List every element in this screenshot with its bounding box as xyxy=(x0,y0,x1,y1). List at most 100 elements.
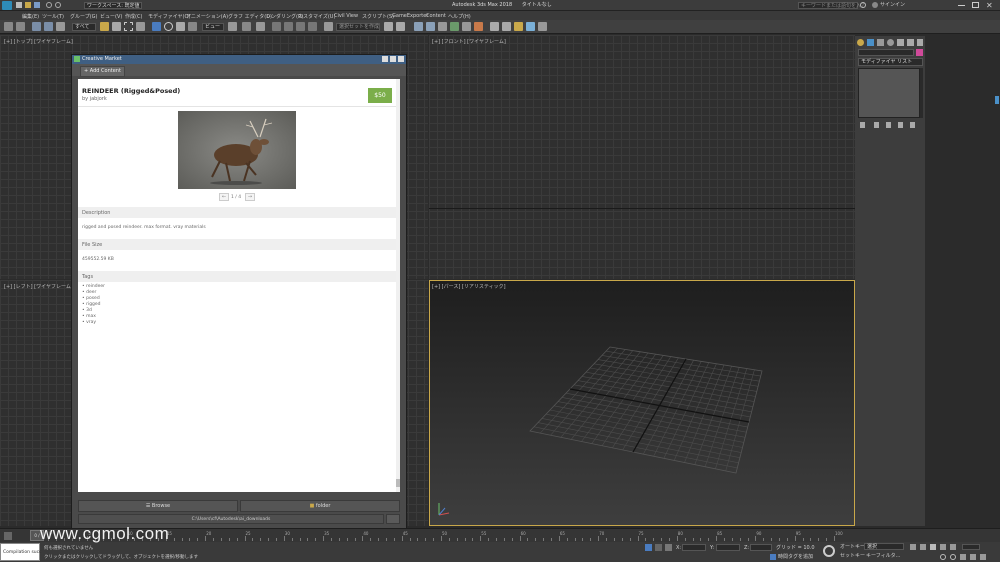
price-button[interactable]: $50 xyxy=(368,88,392,103)
display-tab-icon[interactable] xyxy=(897,39,904,46)
time-tag-icon[interactable] xyxy=(770,554,776,560)
key-filters-button[interactable]: キーフィルタ... xyxy=(866,554,900,559)
menu-item-4[interactable]: 作成(C) xyxy=(125,13,142,20)
minimize-icon[interactable] xyxy=(958,5,965,6)
maxscript-listener[interactable]: Compilation succ xyxy=(0,543,42,561)
go-to-end-icon[interactable] xyxy=(950,544,956,550)
select-move-icon[interactable] xyxy=(152,22,161,31)
spinner-snap-icon[interactable] xyxy=(308,22,317,31)
undo-tool-icon[interactable] xyxy=(4,22,13,31)
select-object-icon[interactable] xyxy=(100,22,109,31)
modify-tab-icon[interactable] xyxy=(867,39,874,46)
add-content-button[interactable]: + Add Content xyxy=(80,66,125,77)
menu-item-14[interactable]: ヘルプ(H) xyxy=(448,13,471,20)
unlink-icon[interactable] xyxy=(44,22,53,31)
dialog-minimize-icon[interactable] xyxy=(382,56,388,62)
play-icon[interactable] xyxy=(930,544,936,550)
a360-gallery-icon[interactable] xyxy=(538,22,547,31)
viewport-left-label[interactable]: [+] [レフト] [ワイヤフレーム] xyxy=(4,283,73,290)
select-by-name-icon[interactable] xyxy=(112,22,121,31)
user-icon[interactable] xyxy=(872,2,878,8)
y-coordinate-field[interactable] xyxy=(716,544,740,551)
selection-lock-icon[interactable] xyxy=(655,544,662,551)
pin-icon[interactable] xyxy=(917,39,923,46)
maximize-icon[interactable] xyxy=(972,2,979,8)
select-scale-icon[interactable] xyxy=(176,22,185,31)
keyboard-shortcut-icon[interactable] xyxy=(256,22,265,31)
select-rotate-icon[interactable] xyxy=(164,22,173,31)
object-color-swatch[interactable] xyxy=(916,49,923,56)
menu-item-11[interactable]: スクリプト(S) xyxy=(362,13,394,20)
prev-image-button[interactable]: ← xyxy=(219,193,229,201)
viewport-perspective[interactable]: [+] [パース] [リアリスティック] xyxy=(429,280,855,526)
dialog-close-icon[interactable] xyxy=(398,56,404,62)
reference-coord-dropdown[interactable]: ビュー xyxy=(202,23,224,31)
menu-item-9[interactable]: カスタマイズ(U) xyxy=(298,13,335,20)
open-icon[interactable] xyxy=(25,2,31,8)
render-setup-icon[interactable] xyxy=(490,22,499,31)
motion-tab-icon[interactable] xyxy=(887,39,894,46)
isolate-selection-icon[interactable] xyxy=(645,544,652,551)
schematic-view-icon[interactable] xyxy=(462,22,471,31)
modifier-list-dropdown[interactable]: モディファイヤ リスト xyxy=(858,58,923,66)
timeslider-toggle-icon[interactable] xyxy=(4,532,12,540)
menu-item-12[interactable]: GameExporter xyxy=(392,13,428,19)
search-input[interactable]: キーワードまたは語句を入力 xyxy=(798,2,866,9)
auto-key-button[interactable]: オートキー xyxy=(840,545,865,550)
new-icon[interactable] xyxy=(16,2,22,8)
scene-explorer-icon[interactable] xyxy=(414,22,423,31)
modifier-stack[interactable] xyxy=(858,68,920,118)
workspace-dropdown[interactable]: ワークスペース: 既定値 xyxy=(84,2,142,9)
page-scrollbar-thumb[interactable] xyxy=(396,479,400,487)
key-selection-dropdown[interactable]: 選択 xyxy=(864,543,904,550)
field-of-view-icon[interactable] xyxy=(970,554,976,560)
tag-item[interactable]: • vray xyxy=(82,320,96,325)
mirror-icon[interactable] xyxy=(384,22,393,31)
viewcube-icon[interactable] xyxy=(995,96,999,104)
absolute-mode-icon[interactable] xyxy=(665,544,672,551)
tag-item[interactable]: • reindeer xyxy=(82,284,105,289)
zoom-all-icon[interactable] xyxy=(950,554,956,560)
create-tab-icon[interactable] xyxy=(857,39,864,46)
layer-explorer-icon[interactable] xyxy=(426,22,435,31)
next-frame-icon[interactable] xyxy=(940,544,946,550)
ribbon-toggle-icon[interactable] xyxy=(438,22,447,31)
link-icon[interactable] xyxy=(32,22,41,31)
product-author[interactable]: by jabjork xyxy=(82,96,107,102)
utilities-tab-icon[interactable] xyxy=(907,39,914,46)
configure-sets-icon[interactable] xyxy=(910,122,915,128)
align-icon[interactable] xyxy=(396,22,405,31)
material-editor-icon[interactable] xyxy=(474,22,483,31)
go-to-start-icon[interactable] xyxy=(910,544,916,550)
redo-tool-icon[interactable] xyxy=(16,22,25,31)
remove-modifier-icon[interactable] xyxy=(898,122,903,128)
angle-snap-icon[interactable] xyxy=(284,22,293,31)
redo-icon[interactable] xyxy=(55,2,61,8)
named-selection-set-dropdown[interactable]: 選択セットを作成 xyxy=(336,23,380,31)
folder-button[interactable]: ■ folder xyxy=(240,500,400,512)
show-end-result-icon[interactable] xyxy=(874,122,879,128)
make-unique-icon[interactable] xyxy=(886,122,891,128)
tag-item[interactable]: • rigged xyxy=(82,302,101,307)
edit-named-selection-icon[interactable] xyxy=(324,22,333,31)
menu-item-5[interactable]: モディファイヤ(O) xyxy=(148,13,190,20)
object-name-field[interactable] xyxy=(858,49,914,56)
page-scrollbar[interactable] xyxy=(396,79,400,492)
tag-item[interactable]: • max xyxy=(82,314,96,319)
pin-stack-icon[interactable] xyxy=(860,122,865,128)
curve-editor-icon[interactable] xyxy=(450,22,459,31)
z-coordinate-field[interactable] xyxy=(750,544,772,551)
set-key-icon[interactable] xyxy=(823,545,835,557)
current-frame-field[interactable] xyxy=(962,544,980,550)
viewport-front[interactable]: [+] [フロント] [ワイヤフレーム] xyxy=(429,35,855,279)
undo-icon[interactable] xyxy=(46,2,52,8)
pivot-center-icon[interactable] xyxy=(228,22,237,31)
next-image-button[interactable]: → xyxy=(245,193,255,201)
menu-item-10[interactable]: Civil View xyxy=(334,13,358,19)
menu-item-13[interactable]: Content xyxy=(426,13,446,19)
zoom-extents-icon[interactable] xyxy=(960,554,966,560)
viewport-front-label[interactable]: [+] [フロント] [ワイヤフレーム] xyxy=(432,38,506,45)
select-manipulate-icon[interactable] xyxy=(242,22,251,31)
help-search-icon[interactable] xyxy=(860,2,866,8)
bind-space-warp-icon[interactable] xyxy=(56,22,65,31)
